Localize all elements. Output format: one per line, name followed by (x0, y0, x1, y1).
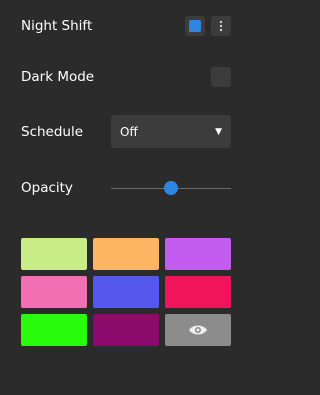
color-swatch-grid (21, 238, 231, 346)
eye-icon (189, 325, 207, 335)
swatch-blue[interactable] (93, 276, 159, 308)
opacity-slider[interactable] (111, 181, 231, 195)
opacity-slider-thumb[interactable] (164, 181, 178, 195)
more-vertical-icon (219, 20, 223, 32)
schedule-label: Schedule (21, 124, 84, 140)
night-shift-label: Night Shift (21, 18, 93, 34)
swatch-eye-button[interactable] (165, 314, 231, 346)
swatch-crimson[interactable] (165, 276, 231, 308)
more-options-button[interactable] (211, 16, 231, 36)
dark-mode-label: Dark Mode (21, 69, 95, 85)
swatch-light-green[interactable] (21, 238, 87, 270)
schedule-select[interactable]: Off ▼ (111, 115, 231, 148)
dropdown-arrow-icon: ▼ (215, 126, 222, 137)
swatch-green[interactable] (21, 314, 87, 346)
swatch-pink[interactable] (21, 276, 87, 308)
swatch-magenta[interactable] (93, 314, 159, 346)
swatch-orange[interactable] (93, 238, 159, 270)
night-shift-toggle[interactable] (185, 16, 205, 36)
swatch-purple[interactable] (165, 238, 231, 270)
opacity-label: Opacity (21, 180, 73, 196)
schedule-value: Off (120, 124, 138, 139)
dark-mode-toggle[interactable] (211, 67, 231, 87)
night-shift-toggle-indicator (189, 20, 201, 32)
